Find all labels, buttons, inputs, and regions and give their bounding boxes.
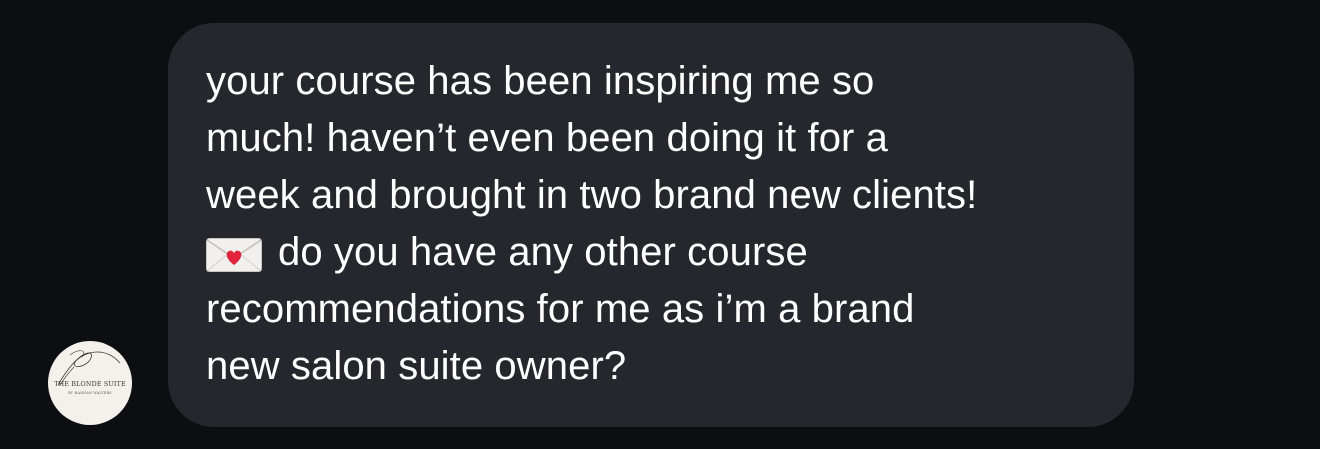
message-line: recommendations for me as i’m a brand	[206, 287, 915, 331]
message-line: new salon suite owner?	[206, 344, 627, 388]
sender-avatar[interactable]: THE BLONDE SUITE BY HANNAH WALTERS	[48, 341, 132, 425]
message-line: week and brought in two brand new client…	[206, 173, 978, 217]
message-text: your course has been inspiring me so muc…	[206, 53, 1116, 395]
message-line: your course has been inspiring me so	[206, 59, 875, 103]
chat-screen: THE BLONDE SUITE BY HANNAH WALTERS your …	[0, 0, 1320, 449]
message-line-with-emoji: do you have any other course	[206, 224, 1116, 281]
message-bubble[interactable]: your course has been inspiring me so muc…	[168, 23, 1134, 427]
love-letter-icon	[206, 238, 262, 272]
message-line-text: do you have any other course	[278, 230, 808, 274]
avatar-brand-name: THE BLONDE SUITE	[54, 381, 126, 388]
message-line: much! haven’t even been doing it for a	[206, 116, 889, 160]
avatar-brand-subtitle: BY HANNAH WALTERS	[68, 391, 112, 395]
